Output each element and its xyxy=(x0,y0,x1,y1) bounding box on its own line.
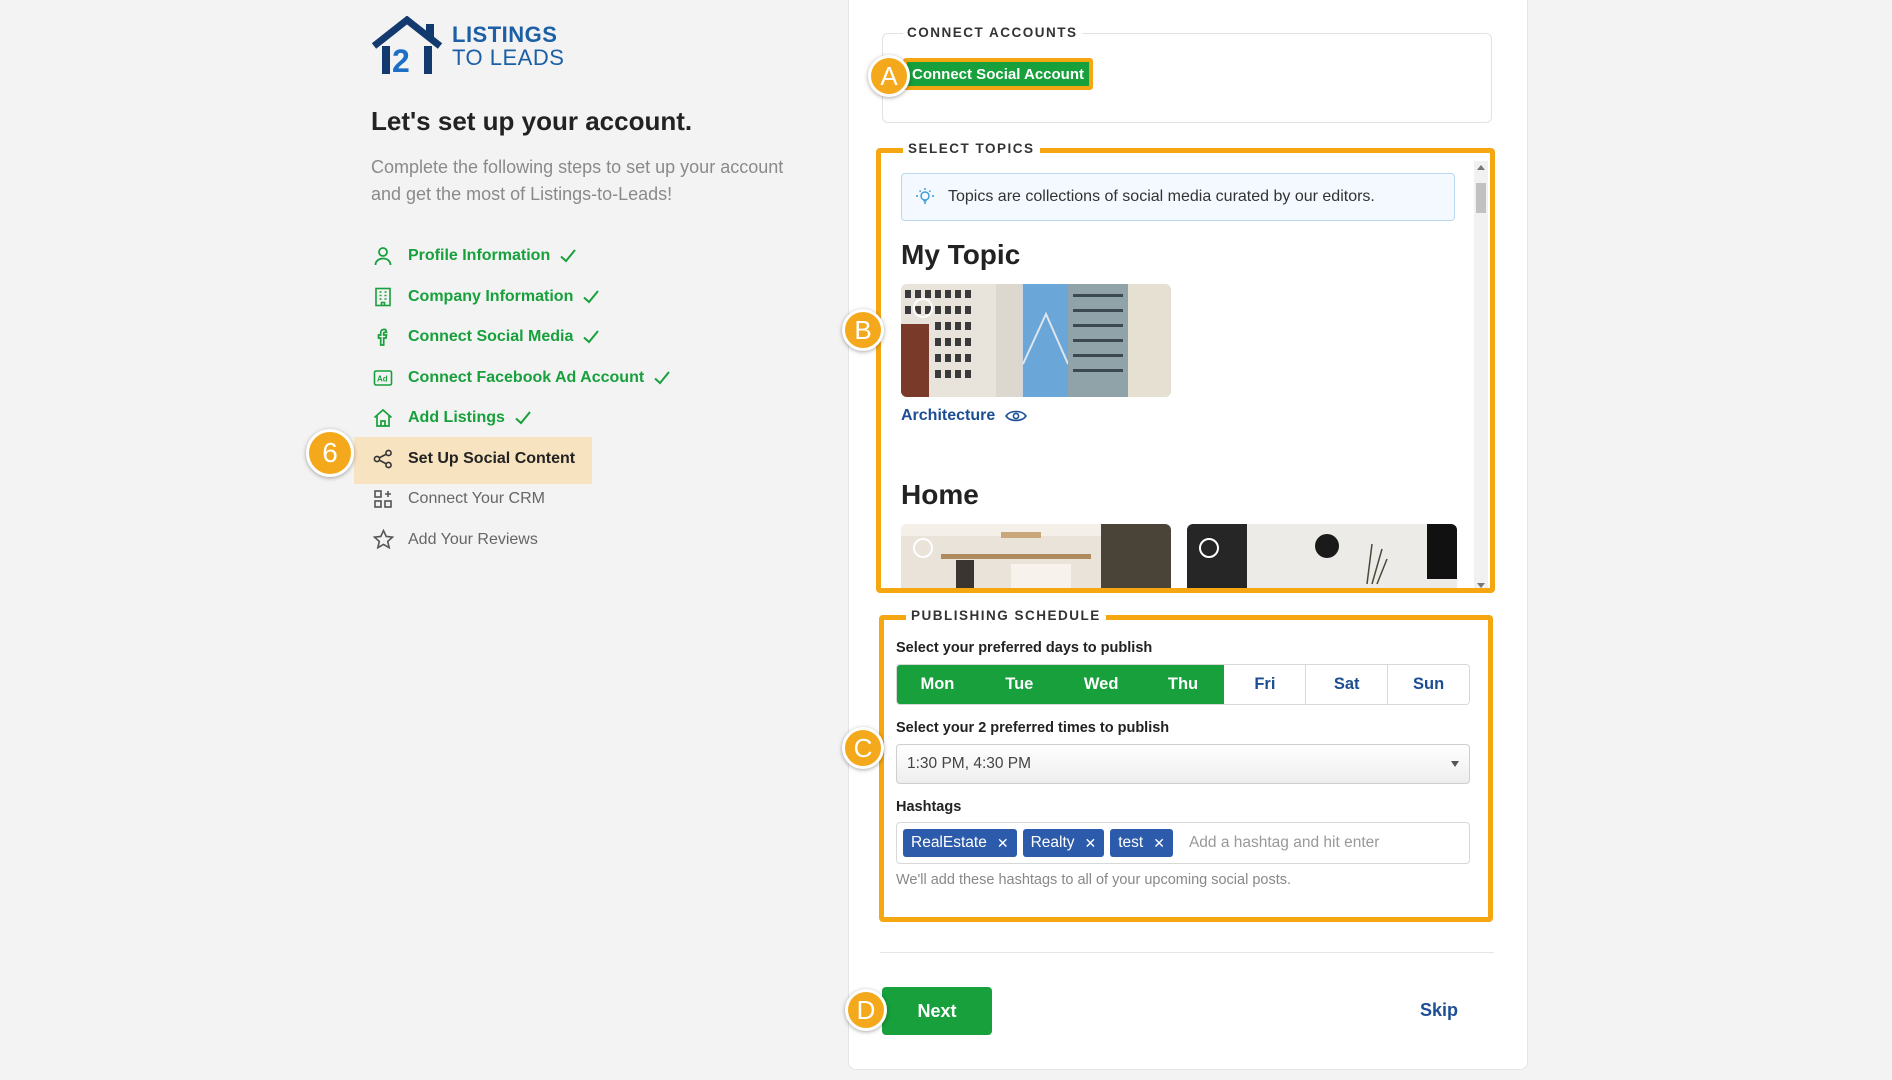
hashtag-text: test xyxy=(1118,834,1144,851)
topic-select-radio[interactable] xyxy=(1199,538,1219,558)
publish-times-value: 1:30 PM, 4:30 PM xyxy=(907,755,1032,772)
annotation-badge-6: 6 xyxy=(306,429,354,477)
chevron-down-icon xyxy=(1451,761,1459,767)
topic-select-radio[interactable] xyxy=(913,298,933,318)
apps-icon xyxy=(372,488,394,510)
topic-link-architecture[interactable]: Architecture xyxy=(901,407,1028,425)
day-sun-button[interactable]: Sun xyxy=(1388,665,1469,704)
svg-text:Ad: Ad xyxy=(377,374,388,383)
kitchen-image xyxy=(901,524,1171,588)
hashtag-tag: Realty ✕ xyxy=(1022,829,1105,857)
home-topic-thumbnail[interactable] xyxy=(901,524,1171,588)
step-label: Company Information xyxy=(408,287,574,305)
architecture-image xyxy=(901,284,1171,397)
setup-steps: Profile Information Company Information … xyxy=(353,236,671,561)
hashtag-text: Realty xyxy=(1030,834,1075,851)
day-selector: Mon Tue Wed Thu Fri Sat Sun xyxy=(896,664,1470,705)
topics-scrollbar[interactable] xyxy=(1474,161,1488,588)
connect-social-account-button[interactable]: Connect Social Account xyxy=(903,58,1093,90)
home-topic-thumbnail-2[interactable] xyxy=(1187,524,1457,588)
check-icon xyxy=(583,330,600,344)
annotation-badge-d: D xyxy=(845,989,887,1031)
hashtag-tag: RealEstate ✕ xyxy=(903,829,1017,857)
day-fri-button[interactable]: Fri xyxy=(1224,665,1307,704)
scroll-up-arrow-icon[interactable] xyxy=(1477,165,1485,170)
scrollbar-thumb[interactable] xyxy=(1476,183,1486,213)
connect-accounts-legend: CONNECT ACCOUNTS xyxy=(903,25,1082,40)
home-icon xyxy=(372,407,394,429)
day-mon-button[interactable]: Mon xyxy=(897,665,979,704)
times-label: Select your 2 preferred times to publish xyxy=(896,720,1170,736)
ad-icon: Ad xyxy=(372,367,394,389)
topics-info-box: Topics are collections of social media c… xyxy=(901,173,1455,221)
days-label: Select your preferred days to publish xyxy=(896,640,1153,656)
hashtag-tag: test ✕ xyxy=(1110,829,1173,857)
remove-tag-icon[interactable]: ✕ xyxy=(1153,835,1165,852)
topics-info-text: Topics are collections of social media c… xyxy=(948,188,1375,205)
step-add-your-reviews[interactable]: Add Your Reviews xyxy=(370,520,671,561)
step-connect-facebook-ad-account[interactable]: Ad Connect Facebook Ad Account xyxy=(370,358,671,399)
topic-select-radio[interactable] xyxy=(913,538,933,558)
step-label: Connect Your CRM xyxy=(408,490,545,508)
next-button[interactable]: Next xyxy=(882,987,992,1035)
check-icon xyxy=(560,249,577,263)
annotation-badge-b: B xyxy=(842,309,884,351)
page-title: Let's set up your account. xyxy=(371,106,693,136)
skip-button[interactable]: Skip xyxy=(1420,1000,1458,1021)
remove-tag-icon[interactable]: ✕ xyxy=(1085,835,1097,852)
hashtags-help-text: We'll add these hashtags to all of your … xyxy=(896,872,1292,888)
publishing-schedule-legend: PUBLISHING SCHEDULE xyxy=(906,608,1106,623)
star-icon xyxy=(372,529,394,551)
svg-text:2: 2 xyxy=(392,43,410,76)
step-profile-information[interactable]: Profile Information xyxy=(370,236,671,277)
step-connect-social-media[interactable]: Connect Social Media xyxy=(370,317,671,358)
house-logo-icon: 2 xyxy=(371,16,443,76)
day-thu-button[interactable]: Thu xyxy=(1142,665,1225,704)
facebook-icon xyxy=(372,326,394,348)
living-room-image xyxy=(1187,524,1457,588)
lightbulb-icon xyxy=(916,188,934,204)
check-icon xyxy=(583,290,600,304)
step-label: Profile Information xyxy=(408,247,551,265)
step-company-information[interactable]: Company Information xyxy=(370,277,671,318)
step-add-listings[interactable]: Add Listings xyxy=(370,398,671,439)
step-label: Set Up Social Content xyxy=(408,449,576,467)
topic-label: Architecture xyxy=(901,407,996,424)
hashtag-text: RealEstate xyxy=(911,834,987,851)
hashtags-label: Hashtags xyxy=(896,799,962,815)
brand-logo[interactable]: 2 LISTINGS TO LEADS xyxy=(370,16,564,76)
page-description: Complete the following steps to set up y… xyxy=(371,157,784,204)
step-label: Connect Facebook Ad Account xyxy=(408,368,645,386)
scroll-down-arrow-icon[interactable] xyxy=(1477,583,1485,588)
topic-group-heading: Home xyxy=(901,479,979,510)
architecture-thumbnail[interactable] xyxy=(901,284,1171,397)
hashtags-input[interactable]: RealEstate ✕ Realty ✕ test ✕ Add a hashtag … xyxy=(896,822,1470,864)
share-icon xyxy=(372,448,394,470)
brand-line-2: TO LEADS xyxy=(452,45,565,70)
day-wed-button[interactable]: Wed xyxy=(1060,665,1143,704)
remove-tag-icon[interactable]: ✕ xyxy=(997,835,1009,852)
hashtag-input-placeholder[interactable]: Add a hashtag and hit enter xyxy=(1189,834,1379,852)
step-label: Add Your Reviews xyxy=(408,530,538,548)
day-sat-button[interactable]: Sat xyxy=(1306,665,1389,704)
step-label: Connect Social Media xyxy=(408,328,574,346)
step-connect-your-crm[interactable]: Connect Your CRM xyxy=(370,479,671,520)
brand-line-1: LISTINGS xyxy=(452,22,558,47)
eye-icon[interactable] xyxy=(1005,409,1028,423)
publish-times-select[interactable]: 1:30 PM, 4:30 PM xyxy=(896,744,1470,784)
check-icon xyxy=(654,371,670,385)
day-tue-button[interactable]: Tue xyxy=(978,665,1061,704)
annotation-badge-c: C xyxy=(842,727,884,769)
building-icon xyxy=(372,286,394,308)
publishing-schedule-section: PUBLISHING SCHEDULE Select your preferre… xyxy=(879,608,1493,922)
topic-group-heading: My Topic xyxy=(901,239,1021,270)
step-label: Add Listings xyxy=(408,409,505,427)
user-icon xyxy=(372,245,394,267)
annotation-badge-a: A xyxy=(868,55,910,97)
footer-divider xyxy=(880,952,1494,953)
step-set-up-social-content[interactable]: Set Up Social Content xyxy=(353,436,671,483)
select-topics-section: SELECT TOPICS Topics are collections of … xyxy=(876,141,1495,593)
topics-scroll-area[interactable]: Topics are collections of social media c… xyxy=(881,153,1490,588)
check-icon xyxy=(515,411,531,425)
